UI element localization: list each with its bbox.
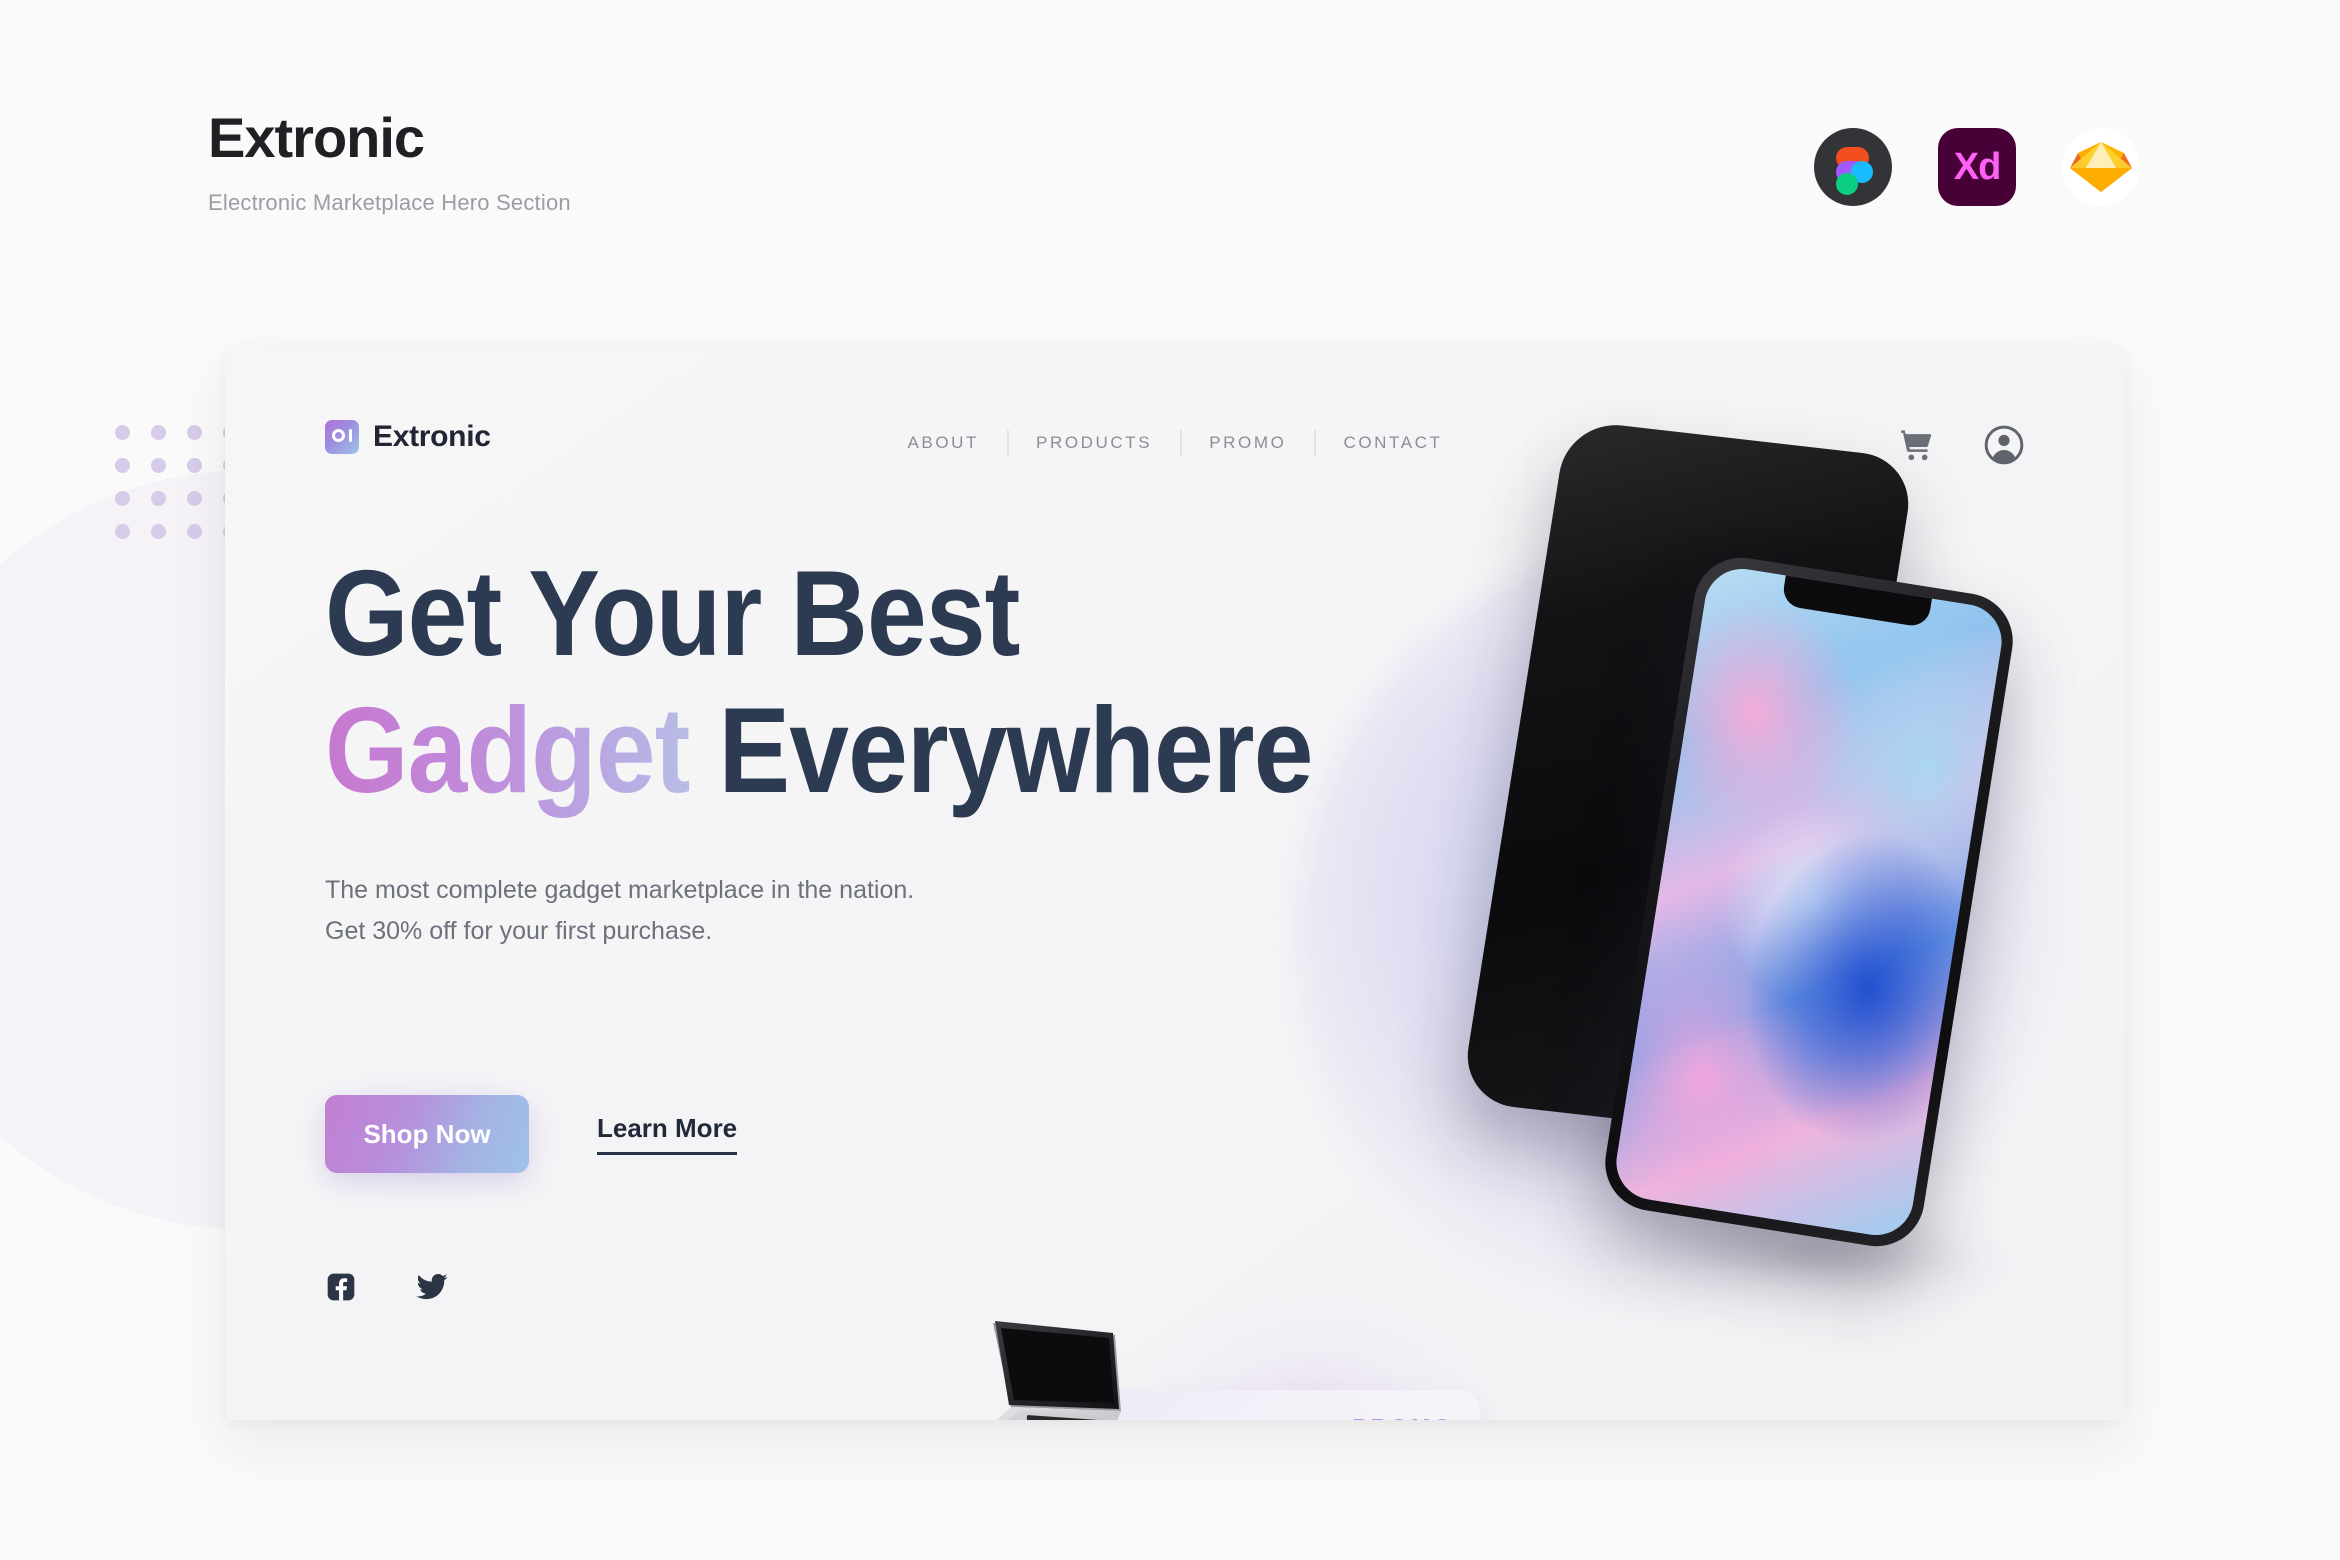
phone-notch [1781, 575, 1932, 629]
nav-item-products[interactable]: PRODUCTS [1008, 433, 1180, 453]
learn-more-button[interactable]: Learn More [597, 1113, 738, 1155]
social-links [325, 1270, 449, 1309]
page-title: Extronic [208, 106, 425, 169]
nav-item-about[interactable]: ABOUT [879, 433, 1007, 453]
adobe-xd-icon[interactable]: Xd [1938, 128, 2016, 206]
laptop-image [915, 1315, 1180, 1420]
design-tool-badges: Xd [1814, 128, 2140, 206]
adobe-xd-label: Xd [1938, 128, 2016, 206]
headline-accent-word: Gadget [325, 681, 690, 818]
headline-line-2-rest: Everywhere [718, 681, 1314, 818]
twitter-icon[interactable] [415, 1270, 449, 1309]
shop-now-button[interactable]: Shop Now [325, 1095, 529, 1173]
hero-description: The most complete gadget marketplace in … [325, 870, 914, 951]
sketch-icon[interactable] [2062, 128, 2140, 206]
brand-logo[interactable]: Extronic [325, 420, 491, 454]
cta-row: Shop Now Learn More [303, 1077, 738, 1192]
hero-headline: Get Your Best Gadget Everywhere [325, 545, 1313, 818]
headline-line-1: Get Your Best [325, 545, 1020, 681]
facebook-icon[interactable] [325, 1271, 357, 1308]
logo-mark-icon [325, 420, 359, 454]
page-header: Extronic Electronic Marketplace Hero Sec… [208, 110, 571, 216]
description-line-2: Get 30% off for your first purchase. [325, 916, 713, 945]
hero-card: Extronic ABOUT PRODUCTS PROMO CONTACT Ge… [225, 345, 2125, 1420]
phone-mockups [1330, 360, 2030, 1420]
brand-name: Extronic [373, 420, 491, 453]
description-line-1: The most complete gadget marketplace in … [325, 876, 915, 904]
headline-line-2: Gadget Everywhere [325, 682, 1313, 819]
nav-item-promo[interactable]: PROMO [1181, 433, 1314, 453]
page-subtitle: Electronic Marketplace Hero Section [208, 190, 571, 215]
figma-icon[interactable] [1814, 128, 1892, 206]
